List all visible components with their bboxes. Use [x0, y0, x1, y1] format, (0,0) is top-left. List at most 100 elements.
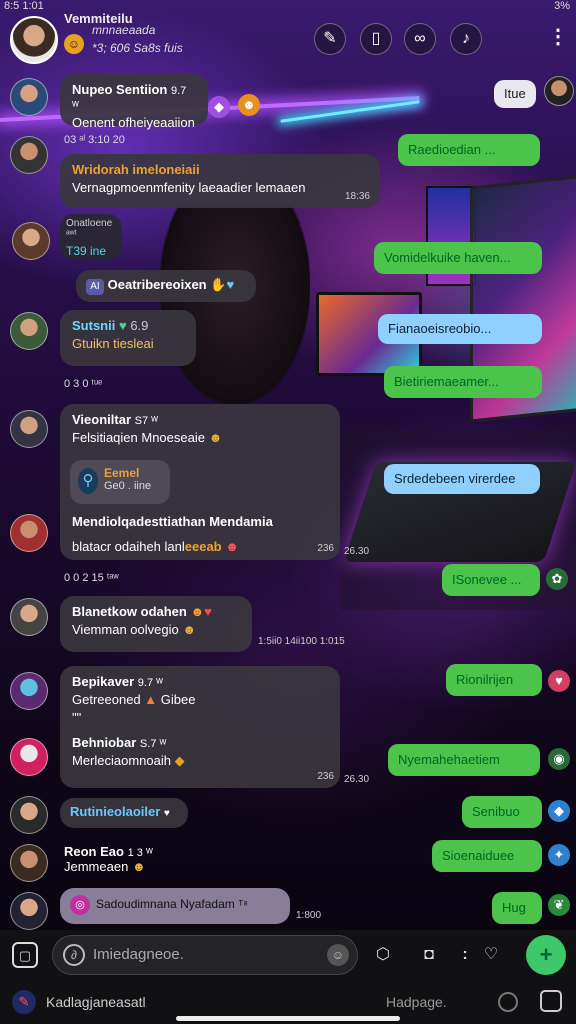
- send-button[interactable]: +: [526, 935, 566, 975]
- incoming-message[interactable]: Sutsnii ♥ 6.9 Gtuikn tiesleai: [60, 310, 196, 366]
- sender-name: Vieoniltar S7 ᵂ: [72, 412, 158, 427]
- message-badge: ᵀ⁸: [238, 899, 248, 911]
- reaction-icon[interactable]: ✿: [546, 568, 568, 590]
- clipboard-icon[interactable]: [540, 990, 562, 1012]
- heart-reaction-icon[interactable]: ♥: [548, 670, 570, 692]
- message-time: 1:800: [296, 910, 322, 921]
- sender-avatar[interactable]: [10, 796, 48, 834]
- heart-icon[interactable]: ♡: [478, 942, 504, 968]
- outgoing-bubble[interactable]: Raedioedian ...: [398, 134, 540, 166]
- sticker-icon[interactable]: ∂: [63, 944, 85, 966]
- sender-avatar[interactable]: [10, 514, 48, 552]
- hand-emoji-icon: ✋: [210, 277, 227, 292]
- quote-sub: Ge0 . iine: [104, 480, 152, 492]
- mic-icon[interactable]: ♪: [450, 23, 482, 55]
- message-text: Oenent ofheiyeaaiion: [72, 115, 195, 130]
- location-icon[interactable]: ⬡: [370, 942, 396, 968]
- more-options-icon[interactable]: ⋮: [548, 27, 568, 47]
- message-text: Getreeoned ▲ Gibee: [72, 692, 196, 707]
- system-timestamp: 03 ᵃˡ 3:10 20: [64, 134, 125, 146]
- emoji-reaction-icon[interactable]: ☻: [238, 94, 260, 116]
- sender-name: Bepikaver 9.7 ᵂ: [72, 674, 163, 689]
- emoji-icon[interactable]: ☺: [327, 944, 349, 966]
- sender-avatar[interactable]: [10, 672, 48, 710]
- bottom-bar-right[interactable]: Hadpage.: [386, 994, 447, 1010]
- chat-header: Vemmiteilu ☺ mnnaeaada *3; 606 Sa8s fuis…: [0, 11, 576, 66]
- sender-avatar[interactable]: [10, 738, 48, 776]
- group-avatar[interactable]: [10, 16, 58, 64]
- reaction-icon[interactable]: ◉: [548, 748, 570, 770]
- message-time: 26.30: [344, 546, 370, 557]
- outgoing-bubble[interactable]: Rionilrijen: [446, 664, 542, 696]
- message-text: Gtuikn tiesleai: [72, 336, 154, 351]
- outgoing-bubble[interactable]: Srdedebeen virerdee: [384, 464, 540, 494]
- sender-name: Behniobar S.7 ᵂ: [72, 735, 167, 750]
- message-time: 236: [317, 771, 334, 782]
- message-text: Viemman oolvegio ☻: [72, 622, 197, 637]
- sender-avatar[interactable]: [10, 78, 48, 116]
- incoming-message[interactable]: Vieoniltar S7 ᵂ Felsitiaqien Mnoeseaie ☻…: [60, 404, 340, 560]
- message-time: 18:36: [344, 191, 370, 202]
- incoming-message[interactable]: Onatloene ᵃʷᵗ T39 ine: [60, 214, 122, 260]
- outgoing-bubble[interactable]: Bietiriemaeamer...: [384, 366, 542, 398]
- sender-avatar[interactable]: [10, 892, 48, 930]
- reaction-icon[interactable]: ✦: [548, 844, 570, 866]
- gamer-silhouette: [160, 205, 310, 405]
- bottom-bar-text[interactable]: Kadlagjaneasatl: [46, 994, 146, 1010]
- message-text: T39 ine: [66, 244, 107, 258]
- chat-subtitle: mnnaeaada: [92, 23, 156, 37]
- message-time: 26.30: [344, 774, 370, 785]
- quoted-message[interactable]: ⚲ Eemel Ge0 . iine: [70, 460, 170, 504]
- group-badge-icon: ☺: [64, 34, 84, 54]
- check-circle-icon[interactable]: [498, 992, 518, 1012]
- outgoing-bubble[interactable]: Vomidelkuike haven...: [374, 242, 542, 274]
- message-text: Merleciaomnoaih ◆: [72, 753, 185, 768]
- message-text: Rutinieolaoiler: [70, 804, 161, 819]
- avatar-icon: ◎: [70, 895, 90, 915]
- incoming-message[interactable]: Rutinieolaoiler ♥: [60, 798, 188, 828]
- app-icon[interactable]: ✎: [12, 990, 36, 1014]
- status-time: 8:5 1:01: [4, 0, 44, 12]
- home-indicator: [176, 1016, 400, 1021]
- sender-name: Nupeo Sentiion 9.7 ᵂ: [72, 82, 187, 112]
- sender-name: Wridorah imeloneiaii: [72, 162, 200, 177]
- gem-reaction-icon[interactable]: ◆: [208, 96, 230, 118]
- incoming-message[interactable]: ◎ Sadoudimnana Nyafadam ᵀ⁸: [60, 888, 290, 924]
- my-avatar[interactable]: [544, 76, 574, 106]
- incoming-message[interactable]: AI Oeatribereoixen ✋♥: [76, 270, 256, 302]
- outgoing-bubble[interactable]: Nyemahehaetiem: [388, 744, 540, 776]
- sender-avatar[interactable]: [10, 312, 48, 350]
- sender-avatar[interactable]: [10, 410, 48, 448]
- incoming-message[interactable]: Wridorah imeloneiaii Vernagpmoenmfenity …: [60, 154, 380, 208]
- message-time: 1:5ii0 14ii100 1:015: [258, 636, 345, 647]
- outgoing-bubble[interactable]: Senibuo: [462, 796, 542, 828]
- message-text: Felsitiaqien Mnoeseaie ☻: [72, 430, 223, 445]
- outgoing-bubble[interactable]: Itue: [494, 80, 536, 108]
- incoming-message[interactable]: Reon Eao 1 3 ᵂ Jemmeaen ☻: [64, 844, 153, 874]
- phone-icon[interactable]: ▯: [360, 23, 392, 55]
- link-icon[interactable]: ∞: [404, 23, 436, 55]
- outgoing-bubble[interactable]: Fianaoeisreobio...: [378, 314, 542, 344]
- sender-avatar[interactable]: [10, 844, 48, 882]
- sender-avatar[interactable]: [12, 222, 50, 260]
- incoming-message[interactable]: Nupeo Sentiion 9.7 ᵂ Oenent ofheiyeaaiio…: [60, 74, 208, 130]
- sender-avatar[interactable]: [10, 598, 48, 636]
- diamond-reaction-icon[interactable]: ◆: [548, 800, 570, 822]
- incoming-message[interactable]: Bepikaver 9.7 ᵂ Getreeoned ▲ Gibee "" Be…: [60, 666, 340, 788]
- sender-name: Reon Eao 1 3 ᵂ: [64, 844, 153, 859]
- leaf-reaction-icon[interactable]: ❦: [548, 894, 570, 916]
- message-text: Oeatribereoixen: [107, 277, 207, 292]
- outgoing-bubble[interactable]: Hug: [492, 892, 542, 924]
- more-icon[interactable]: :: [452, 942, 478, 968]
- sender-avatar[interactable]: [10, 136, 48, 174]
- edit-icon[interactable]: ✎: [314, 23, 346, 55]
- status-battery: 3%: [554, 0, 570, 12]
- message-input[interactable]: ∂ Imiedagneoe. ☺: [52, 935, 358, 975]
- system-timestamp: 0 0 2 15 ᵗᵃʷ: [64, 572, 119, 584]
- camera-icon[interactable]: ◘: [416, 942, 442, 968]
- outgoing-bubble[interactable]: ISonevee ...: [442, 564, 540, 596]
- attach-icon[interactable]: ▢: [12, 942, 38, 968]
- sender-name: Mendiolqadesttiathan Mendamia: [72, 514, 273, 529]
- outgoing-bubble[interactable]: Sioenaiduee: [432, 840, 542, 872]
- incoming-message[interactable]: Blanetkow odahen ☻♥ Viemman oolvegio ☻: [60, 596, 252, 652]
